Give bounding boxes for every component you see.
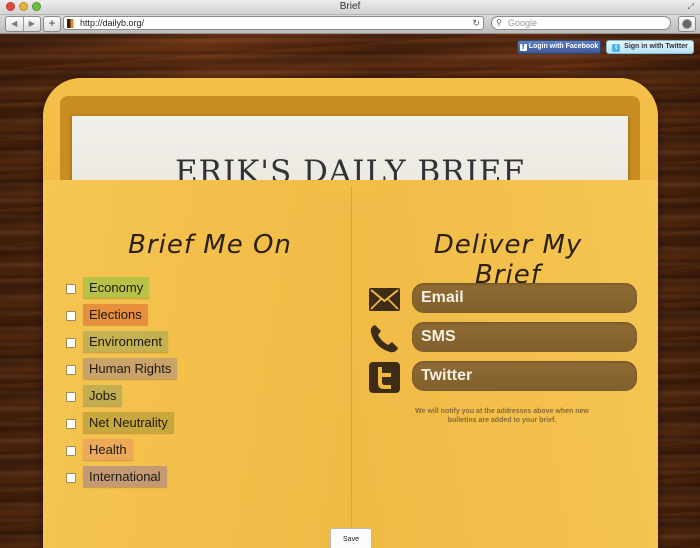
reload-icon[interactable]: ↻ bbox=[472, 17, 480, 29]
topic-item: Environment bbox=[66, 331, 266, 358]
topic-label-elections[interactable]: Elections bbox=[83, 304, 148, 325]
envelope-seam bbox=[351, 186, 352, 548]
browser-toolbar: ◀ ▶ + http://dailyb.org/ ↻ ⚲ Google bbox=[0, 15, 700, 34]
gear-icon bbox=[683, 20, 691, 28]
url-text[interactable]: http://dailyb.org/ bbox=[80, 17, 144, 29]
topic-item: Jobs bbox=[66, 385, 266, 412]
delivery-twitter-row: Twitter bbox=[369, 361, 637, 393]
back-button[interactable]: ◀ bbox=[6, 17, 23, 31]
topic-list: Economy Elections Environment Human Righ… bbox=[66, 277, 266, 493]
topic-checkbox-jobs[interactable] bbox=[66, 392, 76, 402]
topic-item: Net Neutrality bbox=[66, 412, 266, 439]
sms-field[interactable]: SMS bbox=[412, 322, 637, 352]
topic-item: Elections bbox=[66, 304, 266, 331]
fullscreen-icon[interactable]: ⤢ bbox=[688, 2, 694, 12]
topic-label-economy[interactable]: Economy bbox=[83, 277, 150, 298]
topic-checkbox-economy[interactable] bbox=[66, 284, 76, 294]
topic-label-health[interactable]: Health bbox=[83, 439, 133, 460]
topic-checkbox-elections[interactable] bbox=[66, 311, 76, 321]
twitter-bird-icon: t bbox=[612, 44, 621, 52]
twitter-icon bbox=[369, 362, 400, 393]
topic-item: International bbox=[66, 466, 266, 493]
new-tab-button[interactable]: + bbox=[43, 16, 61, 32]
twitter-field[interactable]: Twitter bbox=[412, 361, 637, 391]
topic-item: Economy bbox=[66, 277, 266, 304]
address-bar[interactable]: http://dailyb.org/ ↻ bbox=[63, 16, 484, 30]
topic-checkbox-human-rights[interactable] bbox=[66, 365, 76, 375]
topics-heading: Brief Me On bbox=[128, 230, 292, 260]
topic-label-jobs[interactable]: Jobs bbox=[83, 385, 123, 406]
topic-checkbox-environment[interactable] bbox=[66, 338, 76, 348]
topic-label-human-rights[interactable]: Human Rights bbox=[83, 358, 178, 379]
email-field[interactable]: Email bbox=[412, 283, 637, 313]
envelope-icon bbox=[369, 288, 400, 311]
delivery-email-row: Email bbox=[369, 283, 637, 315]
topic-item: Human Rights bbox=[66, 358, 266, 385]
delivery-heading: Deliver My Brief bbox=[433, 230, 583, 290]
login-facebook-button[interactable]: f Login with Facebook bbox=[517, 40, 601, 54]
window-title: Brief bbox=[339, 1, 361, 12]
topic-label-net-neutrality[interactable]: Net Neutrality bbox=[83, 412, 174, 433]
page-content: f Login with Facebook t Sign in with Twitt… bbox=[0, 34, 700, 548]
window-titlebar: Brief ⤢ bbox=[0, 0, 700, 15]
topic-label-environment[interactable]: Environment bbox=[83, 331, 168, 352]
topic-checkbox-net-neutrality[interactable] bbox=[66, 419, 76, 429]
search-icon: ⚲ bbox=[496, 18, 502, 27]
notify-text: We will notify you at the addresses abov… bbox=[415, 408, 589, 424]
site-favicon-icon bbox=[67, 19, 76, 28]
history-nav: ◀ ▶ bbox=[5, 16, 41, 32]
topic-checkbox-international[interactable] bbox=[66, 473, 76, 483]
twitter-label: Sign in with Twitter bbox=[624, 43, 688, 50]
topic-item: Health bbox=[66, 439, 266, 466]
search-input[interactable]: Google bbox=[508, 17, 537, 29]
delivery-sms-row: SMS bbox=[369, 322, 637, 354]
facebook-label: Login with Facebook bbox=[528, 43, 599, 50]
save-button[interactable]: Save bbox=[330, 528, 372, 548]
topic-checkbox-health[interactable] bbox=[66, 446, 76, 456]
forward-button[interactable]: ▶ bbox=[22, 17, 41, 31]
phone-icon bbox=[370, 325, 398, 353]
facebook-icon: f bbox=[519, 44, 527, 51]
topic-label-international[interactable]: International bbox=[83, 466, 167, 487]
settings-button[interactable] bbox=[678, 16, 696, 32]
search-field[interactable]: ⚲ Google bbox=[491, 16, 671, 30]
signin-twitter-button[interactable]: t Sign in with Twitter bbox=[606, 40, 694, 54]
